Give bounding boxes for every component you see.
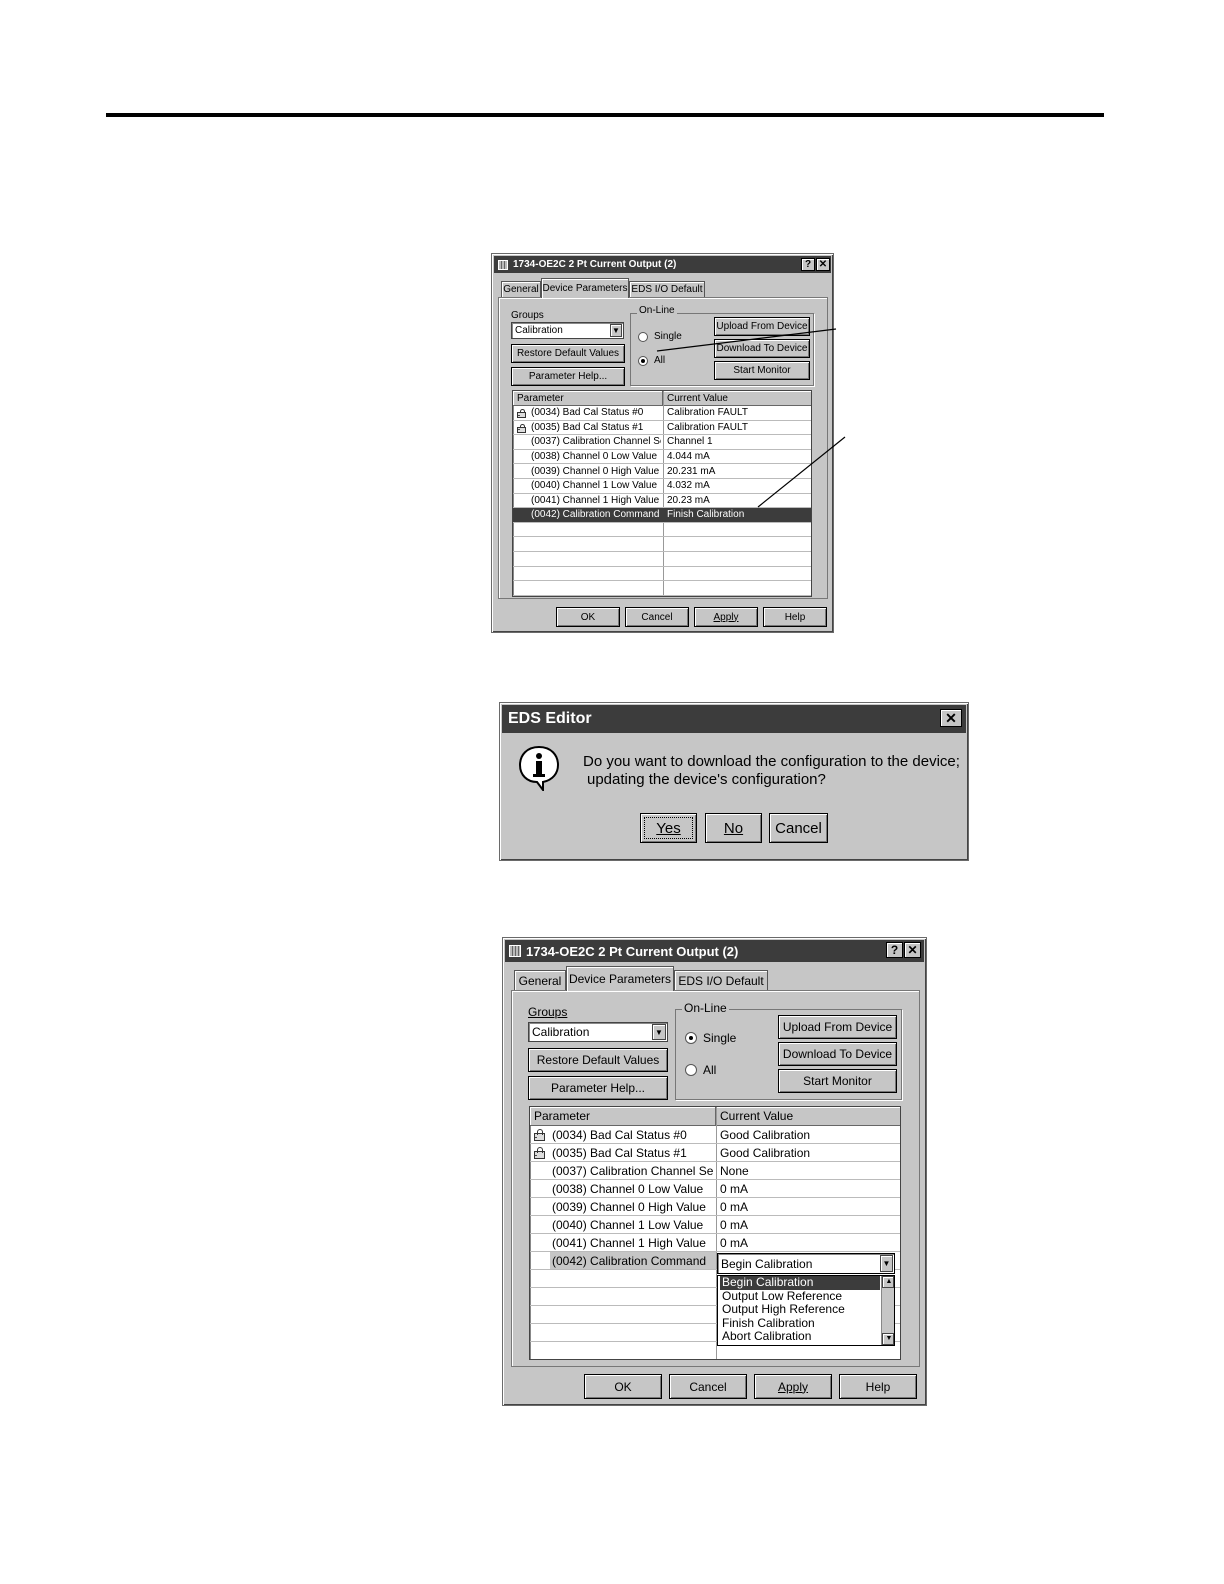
table-row[interactable]: (0035) Bad Cal Status #1 Good Calibration: [530, 1144, 900, 1162]
tab-device-parameters[interactable]: Device Parameters: [541, 278, 629, 298]
all-radio[interactable]: All: [685, 1063, 716, 1077]
single-radio[interactable]: Single: [685, 1031, 736, 1045]
column-header-current-value[interactable]: Current Value: [716, 1107, 900, 1125]
value-cell[interactable]: 0 mA: [720, 1180, 748, 1197]
online-label: On-Line: [682, 1001, 729, 1015]
message-line-1: Do you want to download the configuratio…: [583, 753, 960, 770]
title-bar[interactable]: EDS Editor: [502, 705, 966, 733]
parameter-cell: (0039) Channel 0 High Value: [552, 1199, 706, 1214]
window-icon: [509, 945, 521, 957]
parameter-cell: (0038) Channel 0 Low Value: [552, 1181, 704, 1196]
chevron-down-icon[interactable]: ▼: [652, 1024, 666, 1040]
start-monitor-button[interactable]: Start Monitor: [778, 1069, 897, 1093]
parameter-cell: (0035) Bad Cal Status #1: [552, 1145, 687, 1160]
lock-icon: [534, 1147, 545, 1159]
table-row[interactable]: (0034) Bad Cal Status #0 Good Calibration: [530, 1126, 900, 1144]
scroll-up-icon[interactable]: ▲: [882, 1276, 894, 1288]
window-title: 1734-OE2C 2 Pt Current Output (2): [526, 943, 739, 959]
tab-general[interactable]: General: [514, 970, 566, 990]
close-icon[interactable]: ✕: [940, 709, 962, 727]
apply-button[interactable]: Apply: [754, 1374, 832, 1399]
dropdown-option[interactable]: Begin Calibration: [720, 1275, 880, 1290]
close-icon[interactable]: ✕: [904, 942, 921, 958]
no-button[interactable]: No: [705, 813, 762, 843]
upload-from-device-button[interactable]: Upload From Device: [778, 1015, 897, 1039]
eds-editor-dialog: EDS Editor ✕ Do you want to download the…: [499, 702, 969, 861]
ok-button[interactable]: OK: [584, 1374, 662, 1399]
table-row[interactable]: (0037) Calibration Channel Sel... None: [530, 1162, 900, 1180]
lock-icon: [534, 1129, 545, 1141]
value-cell[interactable]: 0 mA: [720, 1216, 748, 1233]
callout-line-all-radio: [656, 328, 837, 352]
value-cell[interactable]: None: [720, 1162, 749, 1179]
message-line-2: updating the device's configuration?: [587, 771, 826, 788]
parameter-cell: (0034) Bad Cal Status #0: [552, 1127, 687, 1142]
parameter-cell: (0037) Calibration Channel Sel...: [552, 1163, 714, 1178]
table-row[interactable]: (0038) Channel 0 Low Value 0 mA: [530, 1180, 900, 1198]
value-cell[interactable]: 0 mA: [720, 1234, 748, 1251]
table-row[interactable]: (0040) Channel 1 Low Value 0 mA: [530, 1216, 900, 1234]
groups-select[interactable]: Calibration ▼: [528, 1022, 668, 1042]
chevron-down-icon[interactable]: ▼: [880, 1255, 893, 1272]
cancel-button[interactable]: Cancel: [669, 1374, 747, 1399]
scroll-down-icon[interactable]: ▼: [882, 1333, 894, 1345]
cancel-button[interactable]: Cancel: [769, 813, 828, 843]
info-icon: [518, 745, 560, 793]
dropdown-option[interactable]: Abort Calibration: [720, 1330, 880, 1344]
dropdown-option[interactable]: Finish Calibration: [720, 1316, 880, 1331]
parameter-help-button[interactable]: Parameter Help...: [528, 1076, 668, 1100]
yes-button[interactable]: Yes: [640, 813, 697, 843]
value-cell[interactable]: 0 mA: [720, 1198, 748, 1215]
calibration-command-select[interactable]: Begin Calibration ▼: [717, 1253, 895, 1274]
callout-line-calibration-command: [757, 436, 846, 508]
table-row[interactable]: (0039) Channel 0 High Value 0 mA: [530, 1198, 900, 1216]
title-bar[interactable]: 1734-OE2C 2 Pt Current Output (2): [505, 940, 924, 962]
table-row[interactable]: (0041) Channel 1 High Value 0 mA: [530, 1234, 900, 1252]
parameter-cell: (0042) Calibration Command: [550, 1252, 716, 1269]
all-radio-dot: [685, 1064, 697, 1076]
help-title-button[interactable]: ?: [886, 942, 903, 958]
download-to-device-button[interactable]: Download To Device: [778, 1042, 897, 1066]
groups-label: Groups: [528, 1005, 568, 1019]
value-cell[interactable]: Good Calibration: [720, 1144, 810, 1161]
dropdown-option[interactable]: Output High Reference: [720, 1303, 880, 1317]
column-header-parameter[interactable]: Parameter: [530, 1107, 716, 1125]
parameter-grid[interactable]: Parameter Current Value (0034) Bad Cal S…: [529, 1106, 901, 1360]
parameter-cell: (0040) Channel 1 Low Value: [552, 1217, 704, 1232]
value-cell[interactable]: Good Calibration: [720, 1126, 810, 1143]
calibration-command-dropdown[interactable]: Begin Calibration Output Low Reference Out…: [717, 1275, 895, 1346]
tab-device-parameters[interactable]: Device Parameters: [566, 966, 674, 991]
window-title: EDS Editor: [508, 710, 592, 727]
parameter-cell: (0041) Channel 1 High Value: [552, 1235, 706, 1250]
device-properties-dialog-2: 1734-OE2C 2 Pt Current Output (2) ? ✕ Ge…: [502, 937, 927, 1406]
restore-default-values-button[interactable]: Restore Default Values: [528, 1048, 668, 1072]
help-button[interactable]: Help: [839, 1374, 917, 1399]
dropdown-option[interactable]: Output Low Reference: [720, 1289, 880, 1304]
single-radio-dot: [685, 1032, 697, 1044]
tab-eds-io-default[interactable]: EDS I/O Default: [674, 970, 768, 990]
